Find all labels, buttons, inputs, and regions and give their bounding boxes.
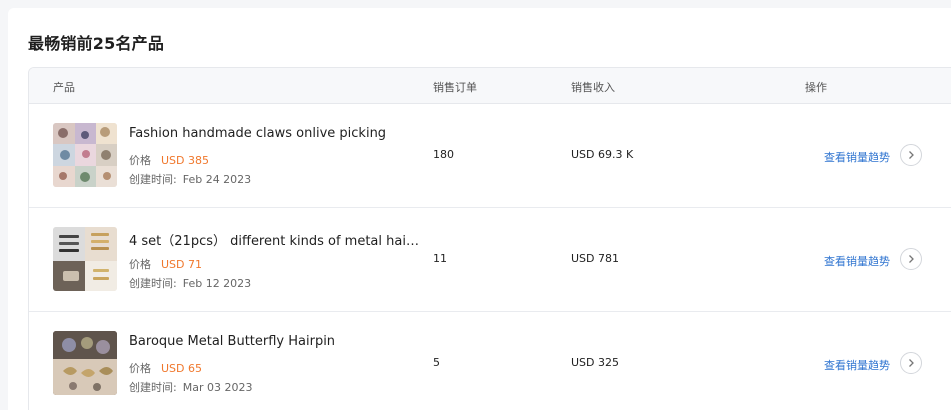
sales-orders: 11 <box>433 252 447 265</box>
sales-revenue: USD 69.3 K <box>571 148 634 161</box>
expand-row-button[interactable] <box>900 248 922 270</box>
created-label: 创建时间: <box>129 173 177 186</box>
price-label: 价格 <box>129 362 151 375</box>
product-thumbnail <box>53 227 117 291</box>
table-row: 4 set（21pcs） different kinds of metal ha… <box>29 208 951 312</box>
metal-hair-clips-image <box>53 227 117 291</box>
header-action: 操作 <box>805 81 827 94</box>
price-value: USD 65 <box>161 362 202 375</box>
created-date: Feb 24 2023 <box>182 173 252 186</box>
created-date: Feb 12 2023 <box>182 277 252 290</box>
section-title: 最畅销前25名产品 <box>28 34 165 53</box>
created-label: 创建时间: <box>129 277 177 290</box>
price-line: 价格 USD 65 <box>129 360 202 376</box>
price-line: 价格 USD 71 <box>129 256 202 272</box>
created-line: 创建时间: Mar 03 2023 <box>129 379 252 395</box>
created-line: 创建时间: Feb 24 2023 <box>129 171 251 187</box>
butterfly-hairpin-image <box>53 331 117 395</box>
price-line: 价格 USD 385 <box>129 152 209 168</box>
table-row: Fashion handmade claws onlive picking 价格… <box>29 104 951 208</box>
sales-revenue: USD 325 <box>571 356 619 369</box>
table-row: Baroque Metal Butterfly Hairpin 价格 USD 65… <box>29 312 951 410</box>
view-sales-trend-link[interactable]: 查看销量趋势 <box>824 357 890 373</box>
header-product: 产品 <box>53 81 75 94</box>
price-label: 价格 <box>129 258 151 271</box>
expand-row-button[interactable] <box>900 144 922 166</box>
sales-orders: 180 <box>433 148 454 161</box>
table-header: 产品 销售订单 销售收入 操作 <box>29 68 951 104</box>
sales-revenue: USD 781 <box>571 252 619 265</box>
expand-row-button[interactable] <box>900 352 922 374</box>
hair-claw-collage-image <box>53 123 117 187</box>
top-products-card: 最畅销前25名产品 产品 销售订单 销售收入 操作 Fashion handma… <box>8 8 951 410</box>
top-products-table: 产品 销售订单 销售收入 操作 Fashion handmade claws o… <box>28 67 951 410</box>
product-name[interactable]: Fashion handmade claws onlive picking <box>129 126 421 141</box>
product-thumbnail <box>53 331 117 395</box>
chevron-right-icon <box>909 359 914 367</box>
header-orders: 销售订单 <box>433 81 477 94</box>
header-revenue: 销售收入 <box>571 81 615 94</box>
chevron-right-icon <box>909 255 914 263</box>
product-thumbnail <box>53 123 117 187</box>
created-label: 创建时间: <box>129 381 177 394</box>
price-value: USD 71 <box>161 258 202 271</box>
created-date: Mar 03 2023 <box>182 381 253 394</box>
view-sales-trend-link[interactable]: 查看销量趋势 <box>824 149 890 165</box>
price-value: USD 385 <box>161 154 209 167</box>
product-name[interactable]: Baroque Metal Butterfly Hairpin <box>129 334 421 349</box>
price-label: 价格 <box>129 154 151 167</box>
view-sales-trend-link[interactable]: 查看销量趋势 <box>824 253 890 269</box>
chevron-right-icon <box>909 151 914 159</box>
created-line: 创建时间: Feb 12 2023 <box>129 275 251 291</box>
sales-orders: 5 <box>433 356 440 369</box>
product-name[interactable]: 4 set（21pcs） different kinds of metal ha… <box>129 230 421 249</box>
